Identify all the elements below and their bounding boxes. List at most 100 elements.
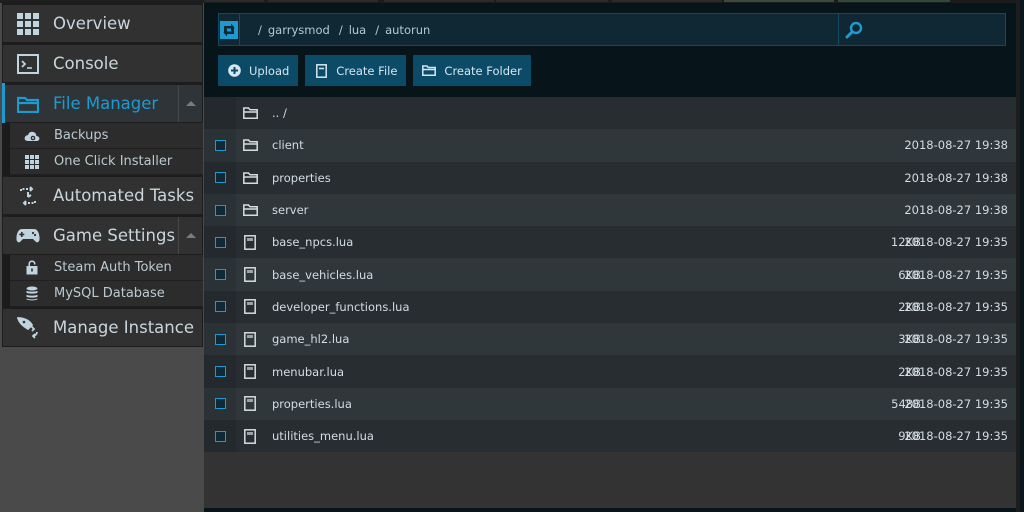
row-checkbox[interactable] xyxy=(214,398,226,410)
folder-icon xyxy=(240,170,260,186)
sidebar-item-console[interactable]: Console xyxy=(2,43,203,83)
file-name[interactable]: developer_functions.lua xyxy=(272,300,792,314)
checkbox-cell xyxy=(204,161,236,194)
create-folder-button[interactable]: Create Folder xyxy=(413,55,531,86)
file-icon xyxy=(240,396,260,412)
bottom-edge xyxy=(204,508,1020,512)
file-row[interactable]: base_vehicles.lua 6KB 2018-08-27 19:35 xyxy=(204,258,1020,291)
chevron-up-icon xyxy=(185,101,196,106)
file-name[interactable]: properties.lua xyxy=(272,397,792,411)
rocket-icon xyxy=(15,315,41,341)
file-name[interactable]: game_hl2.lua xyxy=(272,332,792,346)
file-row[interactable]: utilities_menu.lua 9KB 2018-08-27 19:35 xyxy=(204,419,1020,453)
sidebar-item-manage-instance[interactable]: Manage Instance xyxy=(2,307,203,347)
row-checkbox[interactable] xyxy=(214,301,226,313)
file-row[interactable]: base_npcs.lua 12KB 2018-08-27 19:35 xyxy=(204,226,1020,259)
sidebar-item-label: Console xyxy=(53,54,119,73)
sidebar-item-label: Overview xyxy=(53,14,131,33)
file-name[interactable]: menubar.lua xyxy=(272,365,792,379)
breadcrumb-separator: / xyxy=(375,22,380,37)
file-size: 2KB xyxy=(898,364,921,379)
parent-directory-link[interactable]: .. / xyxy=(272,106,792,120)
gamepad-icon xyxy=(15,223,41,249)
row-checkbox[interactable] xyxy=(214,333,226,345)
breadcrumb-separator: / xyxy=(338,22,343,37)
top-tab-segment xyxy=(384,0,494,2)
row-checkbox[interactable] xyxy=(214,366,226,378)
file-modified: 2018-08-27 19:35 xyxy=(904,235,1008,250)
folder-row[interactable]: server 2018-08-27 19:38 xyxy=(204,193,1020,227)
file-row[interactable]: menubar.lua 2KB 2018-08-27 19:35 xyxy=(204,355,1020,388)
create-file-button[interactable]: Create File xyxy=(305,55,407,86)
lock-icon xyxy=(24,260,40,276)
file-icon xyxy=(314,63,328,78)
folder-row[interactable]: properties 2018-08-27 19:38 xyxy=(204,161,1020,194)
row-checkbox[interactable] xyxy=(214,139,226,151)
file-name[interactable]: client xyxy=(272,138,792,152)
refresh-button[interactable] xyxy=(219,14,240,45)
breadcrumb-item[interactable]: lua xyxy=(349,23,367,37)
file-name[interactable]: server xyxy=(272,203,792,217)
sidebar-item-label: Automated Tasks xyxy=(53,186,195,205)
search-icon[interactable] xyxy=(845,21,863,39)
top-tab-segment xyxy=(838,0,950,2)
folder-row[interactable]: client 2018-08-27 19:38 xyxy=(204,129,1020,162)
sidebar-item-label: Game Settings xyxy=(53,226,176,245)
sidebar-item-game-settings[interactable]: Game Settings xyxy=(2,215,203,255)
row-checkbox[interactable] xyxy=(214,204,226,216)
file-modified: 2018-08-27 19:38 xyxy=(904,203,1008,218)
file-row[interactable]: developer_functions.lua 2KB 2018-08-27 19:… xyxy=(204,290,1020,324)
sidebar-item-overview[interactable]: Overview xyxy=(2,3,203,43)
folder-icon xyxy=(240,105,260,121)
sidebar-item-file-manager[interactable]: File Manager xyxy=(2,83,203,123)
file-size: 3KB xyxy=(898,332,921,347)
app-root: Overview Console File Manager Backups On… xyxy=(0,0,1024,512)
file-size: 9KB xyxy=(898,429,921,444)
breadcrumb-item[interactable]: autorun xyxy=(385,23,430,37)
sidebar-subitem-label: Steam Auth Token xyxy=(54,260,172,275)
file-size: 2KB xyxy=(898,299,921,314)
file-name[interactable]: properties xyxy=(272,171,792,185)
row-checkbox[interactable] xyxy=(214,430,226,442)
action-toolbar: Upload Create File Create Folder xyxy=(218,55,531,86)
file-name[interactable]: base_npcs.lua xyxy=(272,235,792,249)
cloud-backup-icon xyxy=(24,128,40,144)
upload-button[interactable]: Upload xyxy=(218,55,299,86)
collapse-toggle[interactable] xyxy=(178,217,202,254)
search-input[interactable] xyxy=(869,14,1024,45)
file-size: 548B xyxy=(891,396,921,411)
file-rows: client 2018-08-27 19:38 properties 2018-08-… xyxy=(204,129,1020,453)
file-list: .. / client 2018-08-27 19:38 properties 201… xyxy=(204,97,1020,508)
sidebar-item-automated-tasks[interactable]: Automated Tasks xyxy=(2,175,203,215)
file-row[interactable]: properties.lua 548B 2018-08-27 19:35 xyxy=(204,387,1020,420)
file-row[interactable]: game_hl2.lua 3KB 2018-08-27 19:35 xyxy=(204,323,1020,356)
top-tab-segment xyxy=(268,0,378,2)
checkbox-cell xyxy=(204,355,236,388)
sidebar-subitem-mysql-database[interactable]: MySQL Database xyxy=(10,281,203,307)
file-name[interactable]: utilities_menu.lua xyxy=(272,429,792,443)
checkbox-cell xyxy=(204,226,236,259)
breadcrumb-separator: / xyxy=(258,22,262,37)
checkbox-cell xyxy=(204,129,236,162)
top-tab-segment xyxy=(496,0,608,2)
checkbox-cell xyxy=(204,419,236,453)
refresh-icon xyxy=(220,20,238,39)
row-checkbox[interactable] xyxy=(214,236,226,248)
grid-icon xyxy=(15,11,41,37)
checkbox-cell xyxy=(204,387,236,420)
sidebar-subitem-one-click-installer[interactable]: One Click Installer xyxy=(10,149,203,175)
sidebar-subitem-steam-auth-token[interactable]: Steam Auth Token xyxy=(10,255,203,281)
breadcrumb-item[interactable]: garrysmod xyxy=(268,23,330,37)
checkbox-cell xyxy=(204,258,236,291)
file-icon xyxy=(240,267,260,283)
file-name[interactable]: base_vehicles.lua xyxy=(272,268,792,282)
sidebar-subitem-backups[interactable]: Backups xyxy=(10,123,203,149)
chevron-up-icon xyxy=(185,233,196,238)
file-icon xyxy=(240,364,260,380)
parent-directory-row[interactable]: .. / xyxy=(204,97,1020,130)
sidebar-subitem-label: Backups xyxy=(54,128,109,143)
row-checkbox[interactable] xyxy=(214,172,226,184)
collapse-toggle[interactable] xyxy=(178,85,202,122)
row-checkbox[interactable] xyxy=(214,269,226,281)
sidebar-item-label: File Manager xyxy=(53,94,159,113)
